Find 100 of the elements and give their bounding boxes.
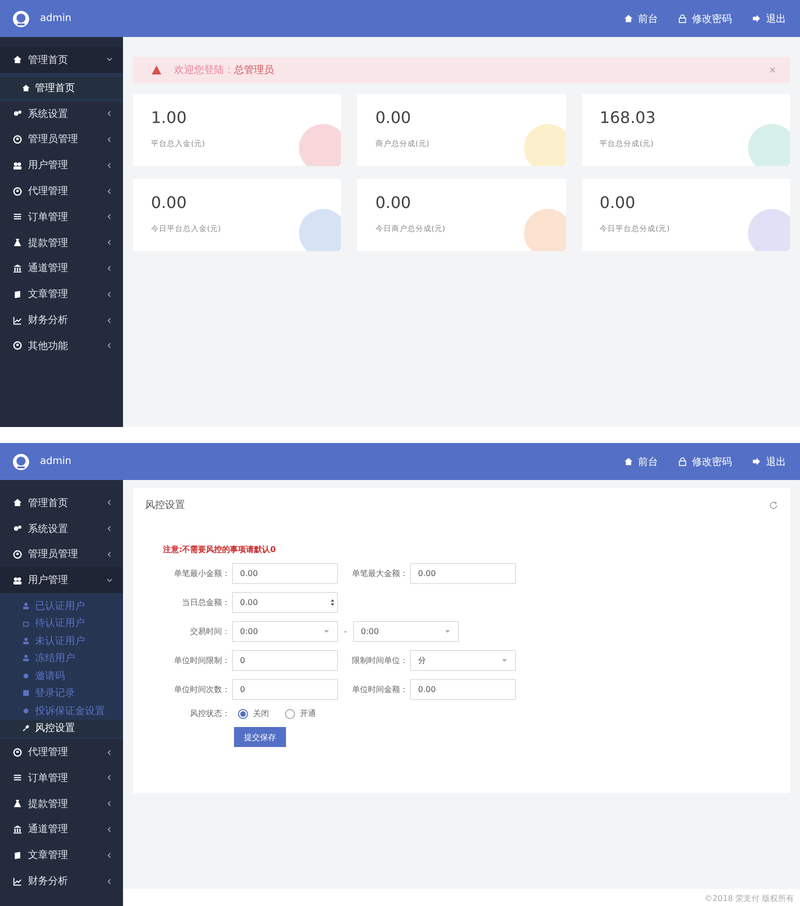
chevron-left-icon: [106, 290, 113, 298]
chevron-down-icon: [106, 56, 113, 64]
field-label: 单位时间限制：: [173, 655, 231, 666]
input-field[interactable]: 0.00: [232, 563, 338, 584]
sidebar-item[interactable]: 管理首页: [0, 47, 123, 73]
sidebar-item[interactable]: 通道管理: [0, 816, 123, 842]
logout-icon: [752, 457, 761, 466]
refresh-icon[interactable]: [769, 500, 778, 510]
sidebar-item[interactable]: 文章管理: [0, 842, 123, 868]
input-field[interactable]: 0: [232, 679, 338, 700]
chevron-left-icon: [106, 800, 113, 808]
range-separator: -: [344, 627, 347, 636]
sidebar-item[interactable]: 代理管理: [0, 739, 123, 765]
header-link[interactable]: 退出: [752, 12, 786, 26]
sidebar-item[interactable]: 其他功能: [0, 332, 123, 359]
submenu-item[interactable]: 管理首页: [0, 76, 123, 99]
header-link[interactable]: 退出: [752, 454, 786, 468]
sidebar-item[interactable]: 订单管理: [0, 764, 123, 791]
copyright-text: ©2018 荣支付 版权所有: [704, 894, 794, 903]
home-icon: [13, 55, 22, 64]
chart-icon: [13, 876, 22, 886]
user-icon: [22, 602, 30, 610]
home-icon: [13, 498, 22, 508]
sidebar-item[interactable]: 系统设置: [0, 516, 123, 542]
radio-option[interactable]: 关闭: [238, 708, 269, 719]
input-field[interactable]: 0.00: [410, 563, 516, 584]
sidebar-item[interactable]: 系统设置: [0, 100, 123, 127]
user-icon: [13, 748, 22, 757]
submit-button[interactable]: 提交保存: [234, 727, 286, 747]
chevron-left-icon: [106, 136, 113, 143]
user-icon: [13, 134, 22, 144]
header-link[interactable]: 前台: [624, 454, 658, 468]
select-field[interactable]: 0:00: [352, 621, 459, 642]
sidebar-item[interactable]: 管理首页: [0, 490, 123, 516]
field-label: 单位时间金额：: [351, 684, 409, 695]
input-field[interactable]: 0.00: [410, 679, 516, 700]
chevron-left-icon: [106, 852, 113, 859]
field-label: 单笔最大金额：: [351, 568, 409, 579]
sidebar-item[interactable]: 代理管理: [0, 178, 123, 204]
field-label: 交易时间：: [189, 626, 231, 637]
chevron-left-icon: [106, 550, 113, 558]
radio-option[interactable]: 开通: [285, 708, 316, 719]
stat-value: 0.00: [375, 193, 412, 212]
submenu-item[interactable]: 风控设置: [0, 720, 123, 738]
chevron-left-icon: [106, 499, 113, 506]
bank-icon: [13, 264, 22, 273]
sidebar-item[interactable]: 管理员管理: [0, 542, 123, 568]
warning-icon: [151, 65, 162, 75]
sidebar-item[interactable]: 文章管理: [0, 281, 123, 308]
list-icon: [13, 212, 22, 222]
list-icon: [13, 773, 22, 782]
dot-icon: [22, 672, 30, 680]
header-link[interactable]: 修改密码: [678, 12, 732, 26]
chevron-left-icon: [106, 162, 113, 169]
sidebar-item[interactable]: 提款管理: [0, 230, 123, 256]
sidebar-item[interactable]: 管理员管理: [0, 126, 123, 152]
chevron-left-icon: [106, 110, 113, 118]
chevron-left-icon: [106, 239, 113, 246]
sidebar-item[interactable]: 财务分析: [0, 307, 123, 333]
number-field[interactable]: 0.00: [232, 592, 338, 613]
sidebar-item[interactable]: 财务分析: [0, 868, 123, 894]
user-icon: [13, 550, 22, 559]
select-field[interactable]: 分: [410, 650, 516, 671]
user-icon: [13, 341, 22, 350]
chart-icon: [13, 316, 22, 325]
stat-value: 0.00: [151, 193, 188, 212]
select-field[interactable]: 0:00: [232, 621, 338, 642]
chevron-left-icon: [106, 774, 113, 782]
sidebar-item[interactable]: 用户管理: [0, 152, 123, 178]
header-link[interactable]: 前台: [624, 12, 658, 26]
stat-value: 168.03: [600, 108, 657, 127]
chevron-left-icon: [106, 316, 113, 324]
stat-value: 0.00: [600, 193, 636, 212]
chevron-down-icon: [106, 576, 113, 584]
user-icon: [22, 654, 30, 662]
user-name: admin: [40, 13, 72, 24]
dot-icon: [22, 706, 30, 715]
header-link[interactable]: 修改密码: [678, 454, 732, 468]
chevron-left-icon: [106, 748, 113, 756]
square-icon: [22, 689, 30, 698]
sidebar-item[interactable]: 订单管理: [0, 204, 123, 230]
field-label: 单笔最小金额：: [173, 568, 231, 579]
home-icon: [624, 457, 633, 466]
field-label: 单位时间次数：: [173, 684, 231, 695]
avatar-icon: [12, 452, 30, 470]
input-field[interactable]: 0: [232, 650, 338, 671]
notice-text: 注意:不需要风控的事项请默认0: [163, 544, 277, 555]
avatar-icon: [12, 10, 30, 28]
sidebar-item[interactable]: 用户管理: [0, 567, 123, 594]
sidebar-item[interactable]: 提款管理: [0, 790, 123, 817]
spinner-icon: [330, 597, 335, 608]
role-text: 总管理员: [234, 64, 274, 77]
chevron-left-icon: [106, 188, 113, 195]
dropdown-icon: [323, 629, 330, 634]
chevron-left-icon: [106, 264, 113, 272]
field-label: 风控状态：: [189, 708, 231, 719]
sidebar-item[interactable]: 通道管理: [0, 256, 123, 282]
home-icon: [22, 84, 30, 92]
field-label: 限制时间单位：: [351, 655, 409, 666]
chevron-left-icon: [106, 826, 113, 833]
